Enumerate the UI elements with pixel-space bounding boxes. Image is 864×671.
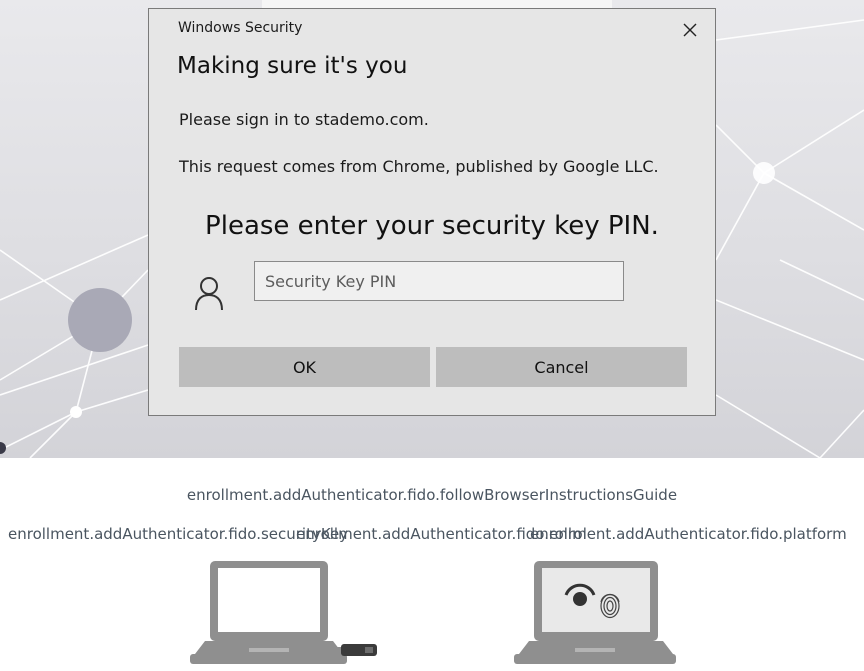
close-icon [683, 23, 697, 37]
page-root: Windows Security Making sure it's you Pl… [0, 0, 864, 671]
sign-in-site-text: Please sign in to stademo.com. [179, 110, 429, 129]
laptop-security-key-icon[interactable] [189, 558, 379, 670]
browser-instructions-guide: enrollment.addAuthenticator.fido.followB… [186, 486, 678, 504]
security-key-pin-input[interactable] [254, 261, 624, 301]
dialog-heading: Making sure it's you [177, 53, 408, 79]
laptop-biometric-icon[interactable] [513, 558, 683, 670]
close-button[interactable] [675, 17, 705, 43]
ok-button[interactable]: OK [179, 347, 430, 387]
option-platform-label[interactable]: enrollment.addAuthenticator.fido.platfor… [530, 525, 847, 543]
cancel-button[interactable]: Cancel [436, 347, 687, 387]
pin-prompt: Please enter your security key PIN. [205, 211, 659, 241]
dialog-window-title: Windows Security [178, 20, 303, 36]
user-icon [195, 277, 223, 311]
request-origin-text: This request comes from Chrome, publishe… [179, 157, 659, 176]
windows-security-dialog: Windows Security Making sure it's you Pl… [148, 8, 716, 416]
